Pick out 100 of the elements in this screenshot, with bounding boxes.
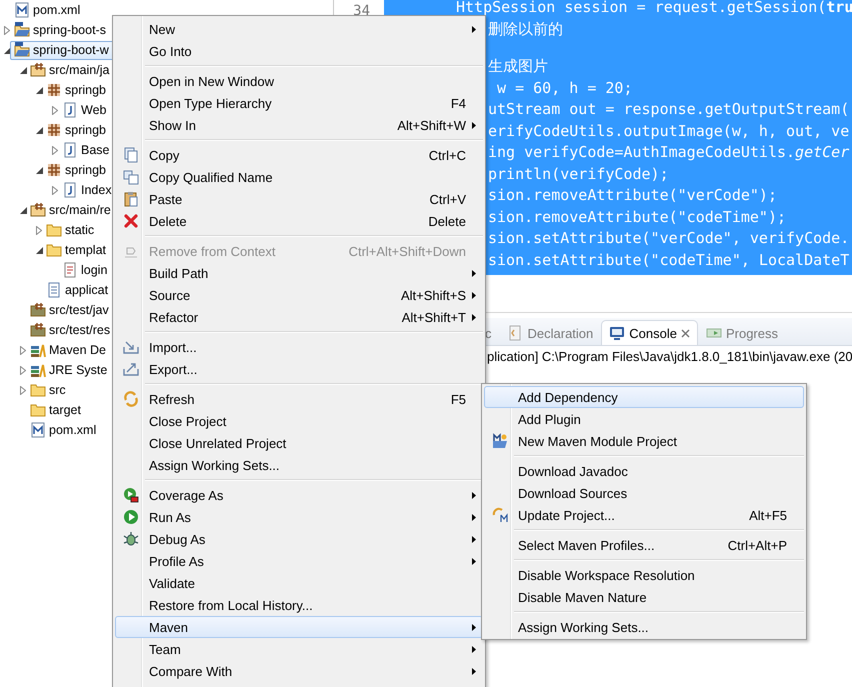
code-line: sion.removeAttribute("codeTime"); [488, 206, 788, 228]
source-folder-icon [30, 302, 46, 318]
tree-item[interactable]: src/main/re [30, 200, 111, 220]
line-number: 34 [353, 2, 370, 21]
tree-item[interactable]: Base [62, 140, 110, 160]
code-line: 生成图片 [488, 56, 549, 77]
expand-arrow-icon[interactable] [20, 346, 26, 354]
collapse-arrow-icon[interactable] [36, 126, 42, 134]
close-icon[interactable] [680, 328, 690, 338]
menu-item[interactable]: Go Into [115, 40, 483, 62]
menu-item[interactable]: New Maven Module Project [484, 430, 804, 452]
declaration-icon [508, 325, 524, 341]
tree-item[interactable]: pom.xml [30, 420, 96, 440]
expand-arrow-icon[interactable] [36, 226, 42, 234]
tree-item[interactable]: pom.xml [14, 0, 80, 20]
tree-item[interactable]: Maven De [30, 340, 106, 360]
tree-item[interactable]: src/test/res [30, 320, 110, 340]
menu-item[interactable]: Run As [115, 506, 483, 528]
menu-item[interactable]: Import... [115, 336, 483, 358]
collapse-arrow-icon[interactable] [36, 166, 42, 174]
menu-item[interactable]: Debug As [115, 528, 483, 550]
tree-item[interactable]: src/test/jav [30, 300, 109, 320]
menu-item[interactable]: Copy Qualified Name [115, 166, 483, 188]
folder-icon [30, 382, 46, 398]
menu-item[interactable]: Compare With [115, 660, 483, 682]
expand-arrow-icon[interactable] [4, 26, 10, 34]
code-line: sion.setAttribute("verCode", verifyCode. [488, 228, 850, 249]
expand-arrow-icon[interactable] [20, 386, 26, 394]
menu-item[interactable]: Copy Ctrl+C [115, 144, 483, 166]
menu-item[interactable]: Download Javadoc [484, 460, 804, 482]
maven-folder-icon [492, 433, 508, 449]
tree-item[interactable]: springb [46, 120, 106, 140]
submenu-arrow-icon [472, 668, 476, 674]
menu-item[interactable]: Source Alt+Shift+S [115, 284, 483, 306]
tree-item[interactable]: applicat [46, 280, 108, 300]
expand-arrow-icon[interactable] [52, 186, 58, 194]
import-icon [122, 339, 138, 355]
collapse-arrow-icon[interactable] [36, 86, 42, 94]
menu-item[interactable]: Paste Ctrl+V [115, 188, 483, 210]
collapse-arrow-icon[interactable] [20, 206, 26, 214]
submenu-arrow-icon [472, 536, 476, 542]
expand-arrow-icon[interactable] [52, 106, 58, 114]
collapse-arrow-icon[interactable] [36, 246, 42, 254]
tree-item[interactable]: target [30, 400, 81, 420]
menu-item[interactable]: Close Unrelated Project [115, 432, 483, 454]
expand-arrow-icon[interactable] [52, 146, 58, 154]
tree-item[interactable]: src/main/ja [30, 60, 110, 80]
tree-item[interactable]: src [30, 380, 66, 400]
menu-item[interactable]: New [115, 18, 483, 40]
menu-item[interactable]: Coverage As [115, 484, 483, 506]
menu-item[interactable]: Open in New Window [115, 70, 483, 92]
menu-item[interactable]: Export... [115, 358, 483, 380]
menu-item[interactable]: Refactor Alt+Shift+T [115, 306, 483, 328]
maven-file-icon [30, 422, 46, 438]
menu-item[interactable]: Build Path [115, 262, 483, 284]
console-output: plication] C:\Program Files\Java\jdk1.8.0_181\bin\javaw.exe (20 [486, 348, 852, 366]
tree-item[interactable]: Web [62, 100, 106, 120]
menu-item[interactable]: Restore from Local History... [115, 594, 483, 616]
tree-item[interactable]: Index [62, 180, 112, 200]
tree-item[interactable]: login [62, 260, 108, 280]
view-tab[interactable]: Console [601, 320, 698, 345]
tree-item[interactable]: spring-boot-s [14, 20, 106, 40]
menu-item[interactable]: Select Maven Profiles... Ctrl+Alt+P [484, 534, 804, 556]
submenu-arrow-icon [472, 314, 476, 320]
tree-item[interactable]: JRE Syste [30, 360, 108, 380]
menu-item[interactable]: Download Sources [484, 482, 804, 504]
code-line: sion.removeAttribute("verCode"); [488, 185, 778, 206]
submenu-arrow-icon [472, 492, 476, 498]
menu-item[interactable]: Assign Working Sets... [484, 616, 804, 638]
pages-icon [122, 169, 138, 185]
menu-item[interactable]: Assign Working Sets... [115, 454, 483, 476]
tree-item[interactable]: templat [46, 240, 106, 260]
package-icon [46, 162, 62, 178]
view-tab[interactable]: Declaration [500, 320, 602, 345]
tree-item[interactable]: springb [46, 80, 106, 100]
java-file-icon [62, 182, 78, 198]
tree-item[interactable]: springb [46, 160, 106, 180]
expand-arrow-icon[interactable] [20, 366, 26, 374]
menu-item[interactable]: Refresh F5 [115, 388, 483, 410]
collapse-arrow-icon[interactable] [20, 66, 26, 74]
menu-item[interactable]: Maven [115, 616, 483, 638]
menu-item[interactable]: Team [115, 638, 483, 660]
refresh-icon [122, 391, 138, 407]
file-icon [62, 262, 78, 278]
books-icon [30, 342, 46, 358]
menu-item[interactable]: Disable Workspace Resolution [484, 564, 804, 586]
menu-item[interactable]: Show In Alt+Shift+W [115, 114, 483, 136]
books-icon [30, 362, 46, 378]
menu-item[interactable]: Disable Maven Nature [484, 586, 804, 608]
menu-item[interactable]: Update Project... Alt+F5 [484, 504, 804, 526]
menu-item[interactable]: Delete Delete [115, 210, 483, 232]
view-tab[interactable]: Progress [698, 320, 786, 345]
tree-item[interactable]: static [46, 220, 94, 240]
menu-item[interactable]: Add Plugin [484, 408, 804, 430]
menu-item[interactable]: Open Type Hierarchy F4 [115, 92, 483, 114]
menu-item[interactable]: Validate [115, 572, 483, 594]
menu-item[interactable]: Profile As [115, 550, 483, 572]
menu-item[interactable]: Close Project [115, 410, 483, 432]
submenu-arrow-icon [472, 514, 476, 520]
menu-item[interactable]: Add Dependency [484, 386, 804, 408]
